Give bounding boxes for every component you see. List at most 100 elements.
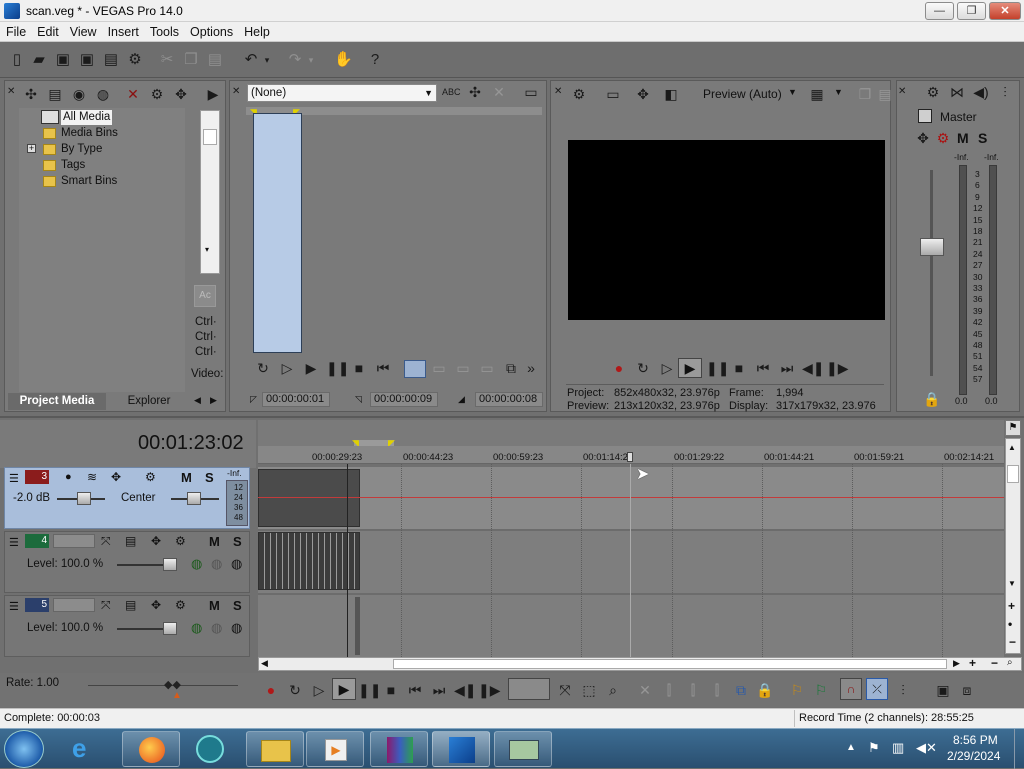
record-icon[interactable]: ● xyxy=(262,682,280,698)
loop-icon[interactable]: ↻ xyxy=(634,360,652,376)
overlays-icon[interactable]: ◧ xyxy=(662,86,680,102)
volume-slider-handle[interactable] xyxy=(77,492,91,505)
menu-help[interactable]: Help xyxy=(238,22,275,39)
auto-preview-icon[interactable]: Ac xyxy=(194,285,216,307)
loop-icon[interactable]: ↻ xyxy=(254,360,272,376)
vertical-scrollbar[interactable]: ▲ ▼ + • − xyxy=(1005,438,1021,654)
close-panel-icon[interactable]: ✕ xyxy=(554,84,562,100)
previous-frame-icon[interactable]: ⏮ xyxy=(374,360,392,376)
lock-envelopes-icon[interactable]: ▣ xyxy=(934,682,952,698)
solo-button[interactable]: S xyxy=(233,598,242,613)
replace-icon[interactable]: ▭ xyxy=(478,360,496,376)
external-monitor-icon[interactable]: ▭ xyxy=(604,86,622,102)
split-screen-icon[interactable]: ✥ xyxy=(634,86,652,102)
track-area[interactable] xyxy=(258,467,1004,657)
app-icon[interactable] xyxy=(196,735,224,763)
tree-item-media-bins[interactable]: Media Bins xyxy=(61,126,118,141)
volume-muted-icon[interactable]: ◀✕ xyxy=(916,740,937,756)
mute-button[interactable]: M xyxy=(957,130,969,146)
video-event[interactable] xyxy=(258,532,360,590)
region-icon[interactable]: ⚐ xyxy=(812,682,830,698)
video-preview-screen[interactable] xyxy=(568,140,885,320)
taskbar-vegas[interactable] xyxy=(432,731,490,767)
speaker-icon[interactable]: ◀) xyxy=(972,84,990,100)
trim-out-time[interactable]: 00:00:00:09 xyxy=(370,392,438,407)
new-file-icon[interactable]: ▯ xyxy=(8,51,26,69)
pause-icon[interactable]: ❚❚ xyxy=(706,360,729,376)
master-fader-handle[interactable] xyxy=(920,238,944,256)
remove-icon[interactable]: ✕ xyxy=(490,84,508,100)
automation-icon[interactable]: ✥ xyxy=(151,534,161,548)
play-media-icon[interactable]: ▶ xyxy=(204,86,222,102)
child-icon[interactable]: ◍ xyxy=(231,620,242,636)
capture-icon[interactable]: ▤ xyxy=(46,86,64,102)
scrollbar-thumb[interactable] xyxy=(203,129,217,145)
taskbar-media-player[interactable]: ▶ xyxy=(306,731,364,767)
render-icon[interactable]: ▤ xyxy=(102,51,120,69)
tree-scrollbar[interactable]: ▾ xyxy=(200,110,220,274)
taskbar-network[interactable] xyxy=(494,731,552,767)
trim-length-time[interactable]: 00:00:00:08 xyxy=(475,392,543,407)
solo-button[interactable]: S xyxy=(205,470,214,485)
collapse-icon[interactable]: ☰ xyxy=(9,536,19,549)
menu-options[interactable]: Options xyxy=(184,22,238,39)
copy-icon[interactable]: ❐ xyxy=(182,51,200,69)
arm-record-icon[interactable]: ● xyxy=(65,471,72,483)
fx-icon[interactable]: ⚙ xyxy=(934,130,952,146)
play-from-start-icon[interactable]: ▷ xyxy=(310,682,328,698)
go-to-start-icon[interactable]: ⏮ xyxy=(406,682,424,698)
loop-icon[interactable]: ↻ xyxy=(286,682,304,698)
start-button[interactable] xyxy=(4,730,44,768)
show-desktop-button[interactable] xyxy=(1014,729,1024,769)
menu-file[interactable]: File xyxy=(0,22,31,39)
save-icon[interactable]: ▣ xyxy=(54,51,72,69)
cut-icon[interactable]: ✂ xyxy=(158,51,176,69)
undo-dropdown-icon[interactable]: ▾ xyxy=(262,51,272,69)
scrollbar-thumb[interactable] xyxy=(1007,465,1019,483)
redo-dropdown-icon[interactable]: ▾ xyxy=(306,51,316,69)
trim-start-icon[interactable]: ⫿ xyxy=(684,682,702,698)
menu-view[interactable]: View xyxy=(64,22,102,39)
stop-icon[interactable]: ■ xyxy=(382,682,400,698)
composite-mode-icon[interactable]: ◍ xyxy=(191,620,202,636)
subclip-icon[interactable]: ⧉ xyxy=(502,360,520,376)
taskbar-explorer[interactable] xyxy=(246,731,304,767)
save-as-icon[interactable]: ▣ xyxy=(78,51,96,69)
next-frame-icon[interactable]: ❚▶ xyxy=(826,360,849,376)
close-panel-icon[interactable]: ✕ xyxy=(232,84,240,100)
mute-button[interactable]: M xyxy=(209,598,220,613)
track-fx-icon[interactable]: ⚙ xyxy=(145,470,156,484)
scroll-right-icon[interactable]: ▶ xyxy=(953,658,960,669)
mute-button[interactable]: M xyxy=(181,470,192,485)
zoom-in-icon[interactable]: + xyxy=(1008,599,1015,613)
normal-edit-tool-icon[interactable] xyxy=(508,678,550,700)
play-icon[interactable]: ▶ xyxy=(332,678,356,700)
internet-explorer-icon[interactable]: e xyxy=(72,733,86,764)
split-icon[interactable]: ⧉ xyxy=(732,682,750,698)
parent-icon[interactable]: ◍ xyxy=(211,620,222,636)
zoom-icon[interactable]: ⌕ xyxy=(1007,657,1013,668)
minimize-button[interactable]: — xyxy=(925,2,954,20)
pause-icon[interactable]: ❚❚ xyxy=(358,682,381,698)
copy-snapshot-icon[interactable]: ❐ xyxy=(856,86,874,102)
trimmer-clip[interactable] xyxy=(253,113,302,353)
scroll-down-icon[interactable]: ▾ xyxy=(205,245,209,254)
lock-icon[interactable]: 🔒 xyxy=(756,682,774,698)
solo-button[interactable]: S xyxy=(233,534,242,549)
previous-frame-icon[interactable]: ◀❚ xyxy=(802,360,825,376)
video-event-small[interactable] xyxy=(355,597,360,655)
volume-envelope[interactable] xyxy=(258,497,1004,498)
solo-button[interactable]: S xyxy=(978,130,987,146)
automation-icon[interactable]: ✥ xyxy=(111,470,121,484)
show-hidden-icons-icon[interactable]: ▲ xyxy=(846,742,856,753)
settings-gear-icon[interactable]: ⚙ xyxy=(126,51,144,69)
zoom-in-icon[interactable]: + xyxy=(969,656,976,670)
track-header-3[interactable]: ☰ 3 ● ≋ ✥ ⚙ M S -Inf. 12 24 36 48 -2.0 d… xyxy=(4,467,250,529)
tree-item-tags[interactable]: Tags xyxy=(61,158,85,173)
mute-button[interactable]: M xyxy=(209,534,220,549)
track-header-5[interactable]: ☰ 5 ⤧ ▤ ✥ ⚙ M S Level: 100.0 % ◍ ◍ ◍ xyxy=(4,595,250,657)
play-from-start-icon[interactable]: ▷ xyxy=(278,360,296,376)
track-motion-icon[interactable]: ▤ xyxy=(125,534,136,548)
audio-event[interactable] xyxy=(258,469,360,527)
track-motion-icon[interactable]: ▤ xyxy=(125,598,136,612)
